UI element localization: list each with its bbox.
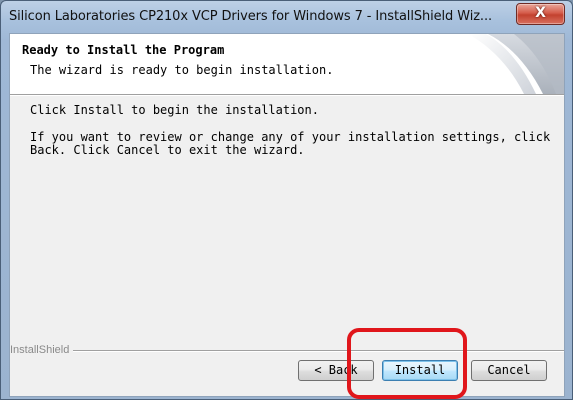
installshield-label: InstallShield	[10, 344, 74, 356]
divider-rule	[10, 350, 564, 352]
wizard-header: Ready to Install the Program The wizard …	[10, 34, 564, 95]
close-button[interactable]: X	[516, 3, 565, 25]
install-highlight-annotation	[347, 328, 467, 399]
window-title: Silicon Laboratories CP210x VCP Drivers …	[9, 9, 493, 24]
page-title: Ready to Install the Program	[22, 43, 225, 57]
instruction-text: Click Install to begin the installation.	[30, 103, 319, 117]
installshield-banner-graphic	[428, 34, 564, 94]
review-instructions: If you want to review or change any of y…	[30, 130, 551, 157]
close-icon: X	[535, 5, 546, 21]
page-subtitle: The wizard is ready to begin installatio…	[30, 63, 334, 77]
installshield-divider: InstallShield	[10, 344, 564, 356]
wizard-panel: Ready to Install the Program The wizard …	[9, 33, 565, 397]
installer-window: Silicon Laboratories CP210x VCP Drivers …	[0, 0, 573, 400]
title-bar[interactable]: Silicon Laboratories CP210x VCP Drivers …	[1, 1, 572, 33]
cancel-button[interactable]: Cancel	[471, 360, 547, 381]
